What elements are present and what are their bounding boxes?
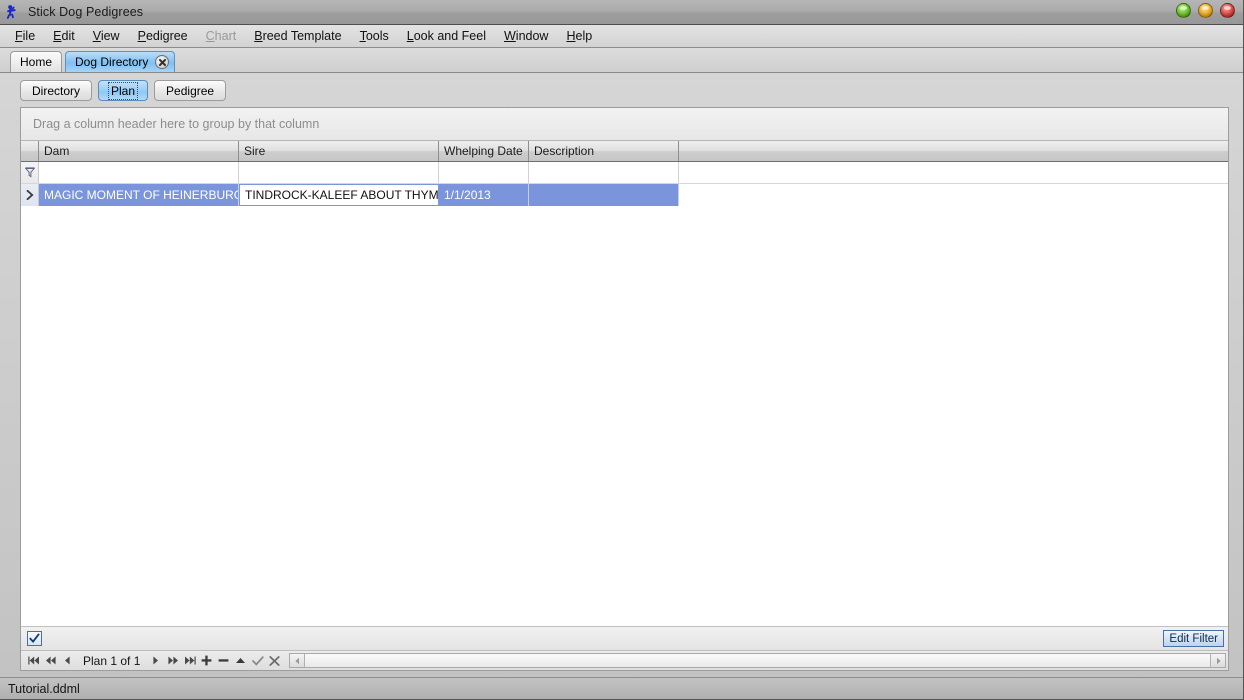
record-navigator: Plan 1 of 1 [21,650,1228,670]
nav-last-button[interactable] [181,652,198,670]
grid-filter-row [21,162,1228,184]
menu-view[interactable]: View [84,26,129,47]
grid-header-indicator [21,141,39,161]
tab-label: Pedigree [166,83,215,98]
document-tab-dog-directory[interactable]: Dog Directory [65,51,176,72]
window-title: Stick Dog Pedigrees [28,5,144,19]
cell-description[interactable] [529,184,679,206]
menu-pedigree[interactable]: Pedigree [129,26,197,47]
document-tab-label: Dog Directory [75,55,149,69]
tab-plan[interactable]: Plan [98,80,149,101]
application-window: Stick Dog Pedigrees File Edit View Pedig… [0,0,1244,700]
stick-dog-icon [4,3,22,21]
cell-value: MAGIC MOMENT OF HEINERBURG [44,188,239,202]
filter-input-sire[interactable] [239,162,439,183]
cell-sire-editor[interactable]: TINDROCK-KALEEF ABOUT THYME [239,184,439,206]
cell-value: 1/1/2013 [444,188,491,202]
plan-data-grid[interactable]: Dam Sire Whelping Date Description MAGIC… [21,141,1228,626]
cell-dam[interactable]: MAGIC MOMENT OF HEINERBURG [39,184,239,206]
navigator-scrollbar[interactable] [289,653,1226,668]
column-header-label: Sire [244,144,266,158]
tab-label: Directory [32,83,81,98]
nav-next-button[interactable] [147,652,164,670]
scroll-right-arrow-icon[interactable] [1210,654,1225,667]
row-filler [679,184,1228,206]
menu-bar: File Edit View Pedigree Chart Breed Temp… [0,25,1243,48]
edit-filter-button[interactable]: Edit Filter [1163,630,1224,647]
document-tab-label: Home [20,55,53,69]
cell-whelping-date[interactable]: 1/1/2013 [439,184,529,206]
view-tab-bar: Directory Plan Pedigree [0,73,1243,107]
tab-directory[interactable]: Directory [20,80,93,101]
nav-prev-button[interactable] [59,652,76,670]
filter-input-description[interactable] [529,162,679,183]
filter-filler [679,162,1228,183]
plan-grid-panel: Drag a column header here to group by th… [20,107,1229,671]
scrollbar-track[interactable] [305,654,1210,667]
nav-add-button[interactable] [198,652,215,670]
column-header-description[interactable]: Description [529,141,679,161]
column-header-filler [679,141,1228,161]
menu-window[interactable]: Window [495,26,557,47]
column-header-whelping-date[interactable]: Whelping Date [439,141,529,161]
menu-chart: Chart [205,28,237,43]
nav-cancel-button[interactable] [266,652,283,670]
filter-enabled-checkbox[interactable] [27,631,42,646]
menu-look-and-feel[interactable]: Look and Feel [398,26,495,47]
tab-label: Plan [108,81,139,100]
close-button[interactable] [1220,3,1235,18]
menu-breed-template[interactable]: Breed Template [245,26,350,47]
nav-edit-button[interactable] [232,652,249,670]
column-header-dam[interactable]: Dam [39,141,239,161]
cell-value: TINDROCK-KALEEF ABOUT THYME [245,188,439,202]
nav-delete-button[interactable] [215,652,232,670]
column-header-label: Description [534,144,595,158]
scroll-left-arrow-icon[interactable] [290,654,306,667]
menu-tools[interactable]: Tools [351,26,398,47]
group-by-drop-area[interactable]: Drag a column header here to group by th… [21,108,1228,141]
filter-input-whelping-date[interactable] [439,162,529,183]
window-controls [1176,3,1235,18]
menu-help[interactable]: Help [557,26,601,47]
close-icon[interactable] [155,55,170,69]
nav-next-page-button[interactable] [164,652,181,670]
row-current-arrow-icon [21,184,39,206]
status-text: Tutorial.ddml [8,681,80,696]
maximize-button[interactable] [1198,3,1213,18]
column-header-label: Dam [44,144,70,158]
grid-header-row: Dam Sire Whelping Date Description [21,141,1228,162]
nav-prev-page-button[interactable] [42,652,59,670]
filter-bar: Edit Filter [21,626,1228,650]
menu-edit[interactable]: Edit [44,26,84,47]
document-tab-bar: Home Dog Directory [0,48,1243,73]
nav-post-button[interactable] [249,652,266,670]
nav-first-button[interactable] [25,652,42,670]
minimize-button[interactable] [1176,3,1191,18]
column-header-sire[interactable]: Sire [239,141,439,161]
column-header-label: Whelping Date [444,144,523,158]
status-bar: Tutorial.ddml [0,677,1243,699]
navigator-position-label: Plan 1 of 1 [83,653,141,668]
tab-pedigree[interactable]: Pedigree [154,80,227,101]
grid-empty-space[interactable] [21,206,1228,626]
content-area: Drag a column header here to group by th… [20,107,1229,671]
filter-input-dam[interactable] [39,162,239,183]
filter-funnel-icon[interactable] [21,162,39,183]
title-bar: Stick Dog Pedigrees [0,0,1243,25]
group-by-hint: Drag a column header here to group by th… [33,117,320,131]
document-tab-home[interactable]: Home [10,51,63,72]
table-row[interactable]: MAGIC MOMENT OF HEINERBURG TINDROCK-KALE… [21,184,1228,206]
menu-file[interactable]: File [6,26,44,47]
